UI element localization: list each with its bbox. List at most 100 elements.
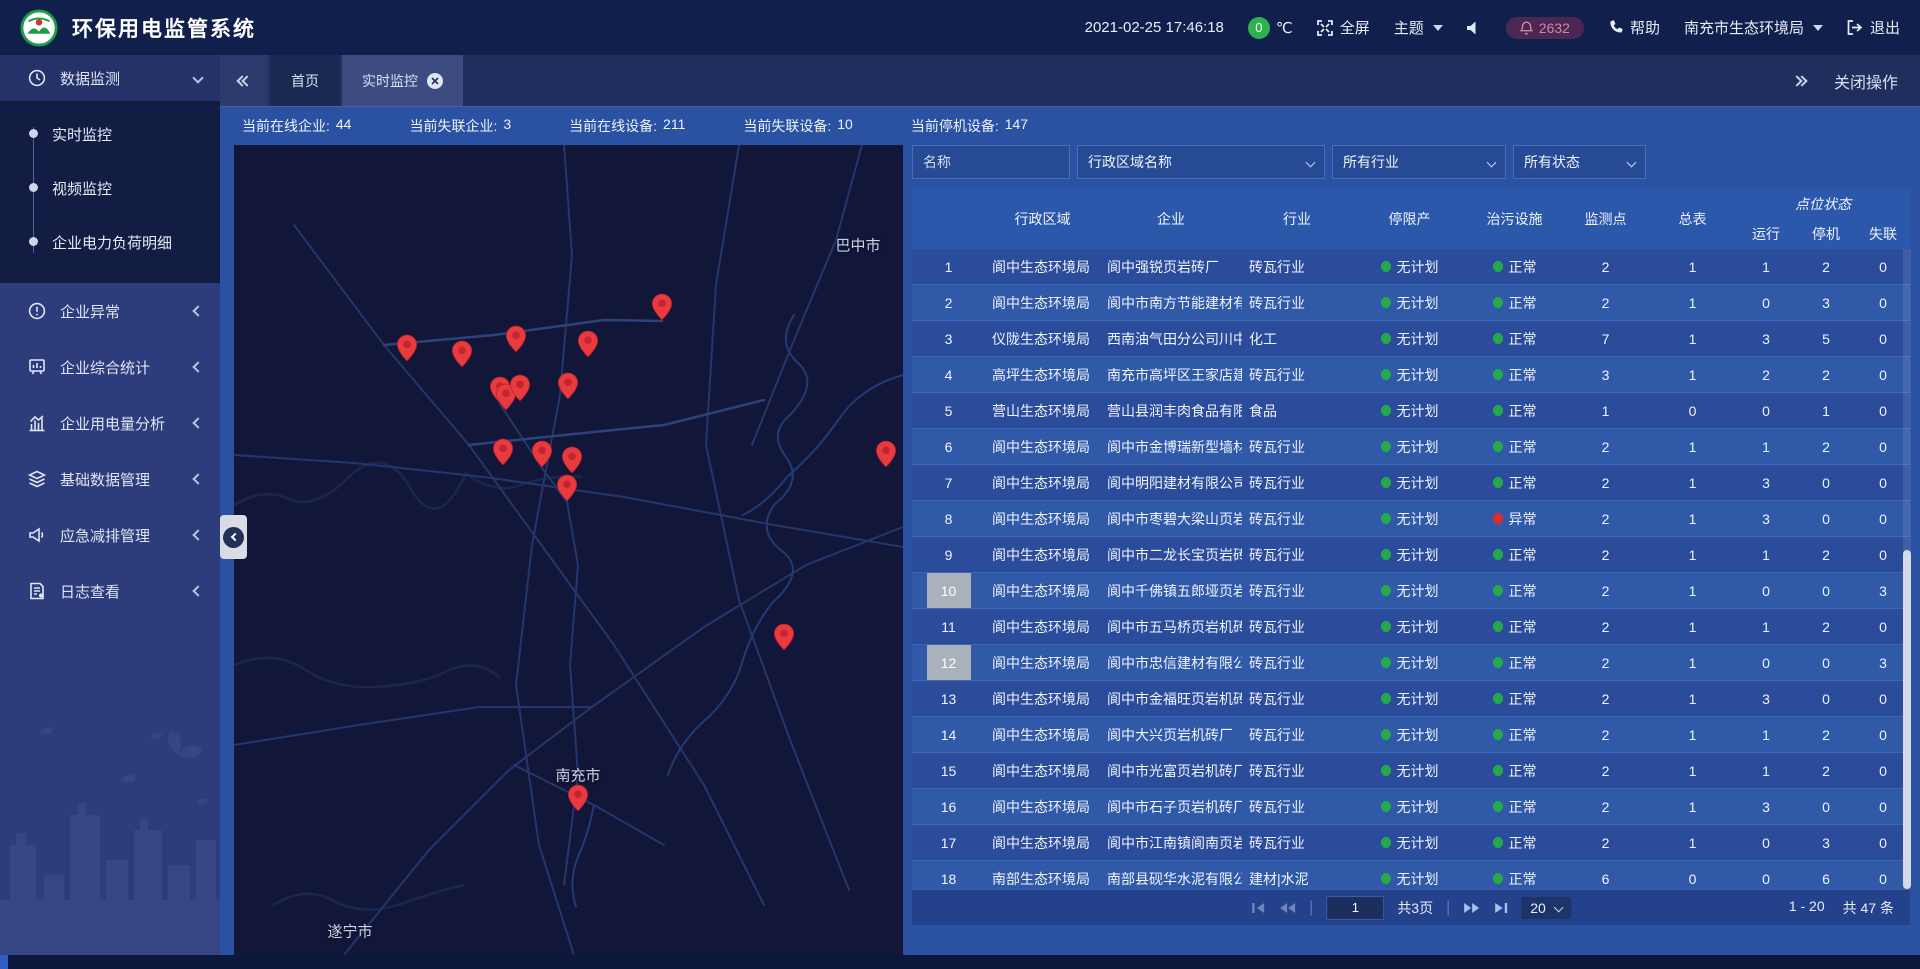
map-panel[interactable]: 巴中市 南充市 遂宁市 [234,145,903,955]
prev-page-button[interactable] [1279,902,1296,914]
cell-facility-status: 正常 [1467,573,1562,608]
fullscreen-button[interactable]: 全屏 [1317,17,1370,38]
map-marker-pin[interactable] [567,784,589,812]
cell-points: 6 [1562,861,1649,889]
cell-meter: 1 [1649,753,1736,788]
status-summary-label: 当前失联企业: [409,116,497,136]
table-row[interactable]: 15 阆中生态环境局 阆中市光富页岩机砖厂 砖瓦行业 无计划 正常 2 1 1 [912,753,1910,789]
cell-company: 阆中大兴页岩机砖厂 [1100,717,1242,752]
next-page-button[interactable] [1463,902,1480,914]
map-marker-pin[interactable] [773,623,795,651]
table-row[interactable]: 11 阆中生态环境局 阆中市五马桥页岩机砖 砖瓦行业 无计划 正常 2 1 1 [912,609,1910,645]
table-row[interactable]: 10 阆中生态环境局 阆中千佛镇五郎垭页岩 砖瓦行业 无计划 正常 2 1 0 [912,573,1910,609]
first-page-button[interactable] [1251,902,1266,914]
page-number-input[interactable] [1326,896,1384,920]
sidebar-item-power-analysis[interactable]: 企业用电量分析 [0,395,220,451]
map-marker-pin[interactable] [556,474,578,502]
pin-icon [561,446,583,474]
notifications-button[interactable]: 2632 [1506,17,1584,39]
sidebar-item-log-view[interactable]: 日志查看 [0,563,220,619]
status-dot [1381,621,1391,632]
tabs-scroll-left-button[interactable] [220,55,268,106]
status-filter-select[interactable]: 所有状态 [1513,145,1646,179]
table-row[interactable]: 5 营山生态环境局 营山县润丰肉食品有限 食品 无计划 正常 1 0 0 [912,393,1910,429]
status-dot [1381,657,1391,668]
status-dot [1381,441,1391,452]
map-marker-pin[interactable] [875,440,897,468]
status-dot [1493,333,1503,344]
sidebar-item-enterprise-statistics[interactable]: 企业综合统计 [0,339,220,395]
table-row[interactable]: 6 阆中生态环境局 阆中市金博瑞新型墙材 砖瓦行业 无计划 正常 2 1 1 [912,429,1910,465]
status-dot [1381,405,1391,416]
tab-home[interactable]: 首页 [271,55,339,106]
org-dropdown[interactable]: 南充市生态环境局 [1684,17,1823,38]
cell-points: 2 [1562,537,1649,572]
table-row[interactable]: 8 阆中生态环境局 阆中市枣碧大梁山页岩 砖瓦行业 无计划 异常 2 1 3 [912,501,1910,537]
table-row[interactable]: 12 阆中生态环境局 阆中市忠信建材有限公 砖瓦行业 无计划 正常 2 1 0 [912,645,1910,681]
cell-region: 阆中生态环境局 [985,717,1100,752]
temperature-unit: ℃ [1276,19,1293,37]
help-button[interactable]: 帮助 [1608,17,1660,38]
sidebar-item-power-load-detail[interactable]: 企业电力负荷明细 [0,215,220,269]
map-marker-pin[interactable] [505,325,527,353]
map-marker-pin[interactable] [492,438,514,466]
theme-dropdown[interactable]: 主题 [1394,17,1443,38]
map-marker-pin[interactable] [509,374,531,402]
page-size-select[interactable]: 20 [1521,897,1571,919]
sidebar-item-video-monitoring[interactable]: 视频监控 [0,161,220,215]
table-row[interactable]: 4 高坪生态环境局 南充市高坪区王家店建 砖瓦行业 无计划 正常 3 1 2 [912,357,1910,393]
map-marker-pin[interactable] [396,334,418,362]
tabs-scroll-right-button[interactable] [1793,77,1806,85]
last-page-button[interactable] [1493,902,1508,914]
cell-facility-status: 正常 [1467,645,1562,680]
status-dot [1493,297,1503,308]
cell-run: 0 [1736,861,1796,889]
map-marker-pin[interactable] [557,372,579,400]
cell-stop: 2 [1796,249,1856,284]
cell-index: 5 [912,393,985,428]
scrollbar-thumb[interactable] [1903,550,1911,889]
map-marker-pin[interactable] [561,446,583,474]
sidebar-item-realtime-monitoring[interactable]: 实时监控 [0,107,220,161]
cell-company: 营山县润丰肉食品有限 [1100,393,1242,428]
close-operations-button[interactable]: 关闭操作 [1834,69,1898,93]
cell-index: 11 [912,609,985,644]
cell-offline: 0 [1856,285,1910,320]
sidebar-item-enterprise-abnormal[interactable]: 企业异常 [0,283,220,339]
chevron-down-icon [1553,903,1563,913]
table-row[interactable]: 2 阆中生态环境局 阆中市南方节能建材有 砖瓦行业 无计划 正常 2 1 0 [912,285,1910,321]
table-row[interactable]: 18 南部生态环境局 南部县砚华水泥有限公 建材|水泥 无计划 正常 6 0 0 [912,861,1910,889]
industry-filter-select[interactable]: 所有行业 [1332,145,1506,179]
table-row[interactable]: 3 仪陇生态环境局 西南油气田分公司川中 化工 无计划 正常 7 1 3 [912,321,1910,357]
cell-run: 2 [1736,357,1796,392]
table-row[interactable]: 7 阆中生态环境局 阆中明阳建材有限公司 砖瓦行业 无计划 正常 2 1 3 [912,465,1910,501]
map-collapse-handle[interactable] [220,515,247,559]
sidebar-item-emergency-reduction[interactable]: 应急减排管理 [0,507,220,563]
sidebar-item-data-monitoring[interactable]: 数据监测 [0,55,220,101]
logout-button[interactable]: 退出 [1847,17,1900,38]
map-marker-pin[interactable] [531,440,553,468]
region-filter-select[interactable]: 行政区域名称 [1077,145,1325,179]
table-scrollbar[interactable] [1903,249,1911,889]
name-filter[interactable] [912,145,1070,179]
tab-close-button[interactable] [427,73,443,89]
status-dot [1493,261,1503,272]
map-marker-pin[interactable] [451,340,473,368]
chevron-left-icon [192,473,203,484]
sound-toggle-button[interactable] [1467,21,1482,35]
name-filter-input[interactable] [923,154,1059,170]
table-row[interactable]: 17 阆中生态环境局 阆中市江南镇阆南页岩 砖瓦行业 无计划 正常 2 1 0 [912,825,1910,861]
cell-region: 阆中生态环境局 [985,537,1100,572]
table-row[interactable]: 14 阆中生态环境局 阆中大兴页岩机砖厂 砖瓦行业 无计划 正常 2 1 1 [912,717,1910,753]
sidebar-item-basic-data[interactable]: 基础数据管理 [0,451,220,507]
map-marker-pin[interactable] [651,293,673,321]
tab-realtime-monitoring[interactable]: 实时监控 [342,55,463,106]
table-row[interactable]: 1 阆中生态环境局 阆中强锐页岩砖厂 砖瓦行业 无计划 正常 2 1 1 [912,249,1910,285]
table-row[interactable]: 9 阆中生态环境局 阆中市二龙长宝页岩砖 砖瓦行业 无计划 正常 2 1 1 [912,537,1910,573]
table-row[interactable]: 16 阆中生态环境局 阆中市石子页岩机砖厂 砖瓦行业 无计划 正常 2 1 3 [912,789,1910,825]
pagination-divider: | [1446,899,1450,917]
cell-run: 1 [1736,717,1796,752]
map-marker-pin[interactable] [577,330,599,358]
table-row[interactable]: 13 阆中生态环境局 阆中市金福旺页岩机砖 砖瓦行业 无计划 正常 2 1 3 [912,681,1910,717]
cell-stop: 2 [1796,609,1856,644]
